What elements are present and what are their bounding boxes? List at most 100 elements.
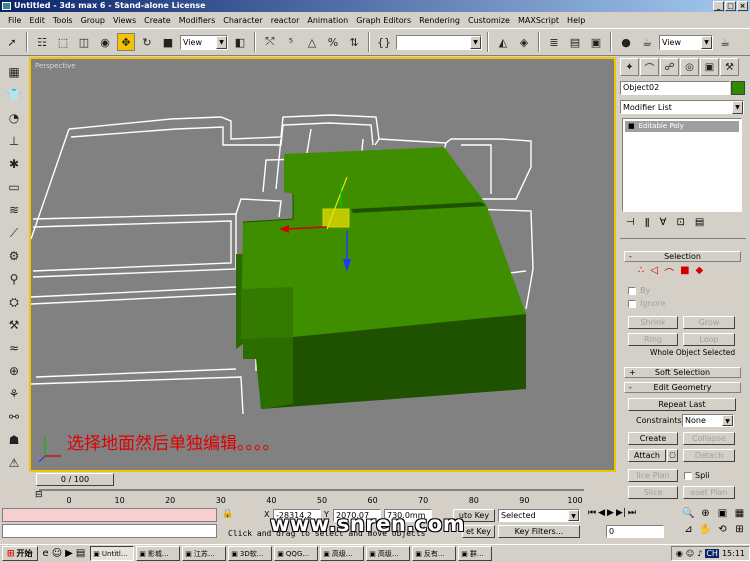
plane-icon[interactable]: ▭	[3, 177, 25, 197]
key-mode-select[interactable]: Selected ▼	[498, 509, 580, 522]
volume-icon[interactable]: ♪	[697, 549, 702, 558]
vertex-icon[interactable]: ∴	[638, 265, 644, 279]
modifier-stack[interactable]: ■ Editable Poly	[622, 118, 742, 212]
maximize-viewport-icon[interactable]: ⊞	[731, 524, 748, 540]
close-button[interactable]: ×	[737, 1, 748, 11]
ie-icon[interactable]: e	[43, 548, 49, 559]
slice-button[interactable]: Slice	[628, 486, 678, 499]
ring-button[interactable]: Ring	[628, 333, 678, 346]
menu-reactor[interactable]: reactor	[267, 16, 304, 25]
rigid-body-icon[interactable]: ▦	[3, 62, 25, 82]
loop-button[interactable]: Loop	[683, 333, 735, 346]
rect-region-icon[interactable]: ⬚	[54, 33, 72, 51]
utilities-tab-icon[interactable]: ⚒	[720, 58, 739, 76]
media-icon[interactable]: ▶	[65, 548, 73, 559]
move-icon[interactable]: ✥	[117, 33, 135, 51]
manipulate-icon[interactable]: ⤲	[261, 33, 279, 51]
menu-modifiers[interactable]: Modifiers	[175, 16, 220, 25]
edit-geometry-rollout-header[interactable]: - Edit Geometry	[624, 382, 741, 393]
edge-icon[interactable]: ◁	[650, 265, 658, 279]
zoom-extents-icon[interactable]: ▣	[714, 508, 731, 524]
hinge-icon[interactable]: ⚘	[3, 384, 25, 404]
qq-icon[interactable]: ☺	[52, 548, 62, 559]
set-key-button[interactable]: et Key	[462, 525, 495, 538]
spring-icon[interactable]: ≋	[3, 200, 25, 220]
shrink-button[interactable]: Shrink	[628, 316, 678, 329]
polygon-icon[interactable]: ■	[680, 265, 689, 279]
arc-rotate-icon[interactable]: ⟲	[714, 524, 731, 540]
schematic-view-icon[interactable]: ▣	[587, 33, 605, 51]
window-crossing-icon[interactable]: ◫	[75, 33, 93, 51]
border-icon[interactable]: ⌒	[664, 265, 674, 280]
maxscript-listener-white[interactable]	[2, 524, 217, 538]
maximize-button[interactable]: □	[725, 1, 736, 11]
menu-create[interactable]: Create	[140, 16, 175, 25]
start-button[interactable]: ⊞ 开始	[2, 546, 38, 561]
zoom-icon[interactable]: 🔍	[680, 508, 697, 524]
tray-icon[interactable]: ◉	[676, 549, 683, 558]
ref-coord-select[interactable]: View ▼	[180, 34, 228, 50]
menu-views[interactable]: Views	[109, 16, 140, 25]
lock-selection-icon[interactable]: 🔒	[222, 509, 233, 521]
fracture-icon[interactable]: ⚒	[3, 315, 25, 335]
select-object-icon[interactable]: ◉	[96, 33, 114, 51]
selection-rollout-header[interactable]: - Selection	[624, 251, 741, 262]
soft-body-icon[interactable]: ◔	[3, 108, 25, 128]
time-slider[interactable]: 0 / 100	[36, 473, 114, 486]
render-type-select[interactable]: View ▼	[659, 34, 713, 50]
menu-rendering[interactable]: Rendering	[415, 16, 464, 25]
ragdoll-icon[interactable]: ☗	[3, 430, 25, 450]
next-frame-icon[interactable]: ▶|	[616, 508, 626, 522]
toy-car-icon[interactable]: ⛭	[3, 292, 25, 312]
menu-customize[interactable]: Customize	[464, 16, 514, 25]
zoom-extents-all-icon[interactable]: ▦	[731, 508, 748, 524]
show-end-result-icon[interactable]: ǁ	[645, 217, 650, 233]
attach-list-button[interactable]: ▢	[667, 449, 678, 462]
task-button[interactable]: ▣ 江苏...	[182, 546, 227, 561]
pivot-icon[interactable]: ◧	[231, 33, 249, 51]
object-name-field[interactable]: Object02	[620, 81, 730, 95]
cloth-icon[interactable]: 👕	[3, 85, 25, 105]
dashpot-icon[interactable]: ⟋	[3, 223, 25, 243]
task-button[interactable]: ▣ Untitl...	[90, 546, 135, 561]
spinner-snap-icon[interactable]: ⇅	[345, 33, 363, 51]
prev-frame-icon[interactable]: ◀	[598, 508, 605, 522]
modifier-list-select[interactable]: Modifier List ▼	[620, 100, 744, 114]
percent-snap-icon[interactable]: %	[324, 33, 342, 51]
task-button[interactable]: ▣ 影城...	[136, 546, 181, 561]
split-checkbox[interactable]	[684, 472, 692, 480]
fov-icon[interactable]: ⊿	[680, 524, 697, 540]
track-bar[interactable]: 0 10 20 30 40 50 60 70 80 90 100 ⊟	[29, 488, 616, 508]
grow-button[interactable]: Grow	[683, 316, 735, 329]
make-unique-icon[interactable]: ∀	[660, 217, 667, 233]
object-color-swatch[interactable]	[731, 81, 745, 95]
constraints-select[interactable]: None ▼	[682, 414, 734, 427]
motion-tab-icon[interactable]: ◎	[680, 58, 699, 76]
minimize-button[interactable]: _	[713, 1, 724, 11]
named-selection-set[interactable]: ▼	[396, 34, 482, 50]
time-slider-track[interactable]: 0 / 100	[29, 473, 616, 487]
menu-graph-editors[interactable]: Graph Editors	[352, 16, 415, 25]
menu-edit[interactable]: Edit	[25, 16, 49, 25]
goto-start-icon[interactable]: ⏮	[588, 508, 596, 522]
edit-named-sel-icon[interactable]: {}	[375, 33, 393, 51]
menu-character[interactable]: Character	[219, 16, 267, 25]
constraint-solver-icon[interactable]: ⊕	[3, 361, 25, 381]
slice-plane-button[interactable]: lice Plan	[628, 469, 678, 482]
render-scene-icon[interactable]: ☕	[638, 33, 656, 51]
motor-icon[interactable]: ⚙	[3, 246, 25, 266]
task-button[interactable]: ▣ QQG...	[274, 546, 319, 561]
quick-render-icon[interactable]: ☕	[716, 33, 734, 51]
material-editor-icon[interactable]: ●	[617, 33, 635, 51]
select-arrow-icon[interactable]: ➚	[3, 33, 21, 51]
element-icon[interactable]: ◆	[696, 265, 704, 279]
menu-help[interactable]: Help	[563, 16, 589, 25]
goto-end-icon[interactable]: ⏭	[628, 508, 636, 522]
wind-icon[interactable]: ⚲	[3, 269, 25, 289]
pan-icon[interactable]: ✋	[697, 524, 714, 540]
key-mode-icon[interactable]: ⊟	[35, 490, 47, 500]
menu-maxscript[interactable]: MAXScript	[514, 16, 563, 25]
tray-icon[interactable]: ☺	[686, 549, 694, 558]
curve-editor-icon[interactable]: ▤	[566, 33, 584, 51]
task-button[interactable]: ▣ 高级...	[366, 546, 411, 561]
